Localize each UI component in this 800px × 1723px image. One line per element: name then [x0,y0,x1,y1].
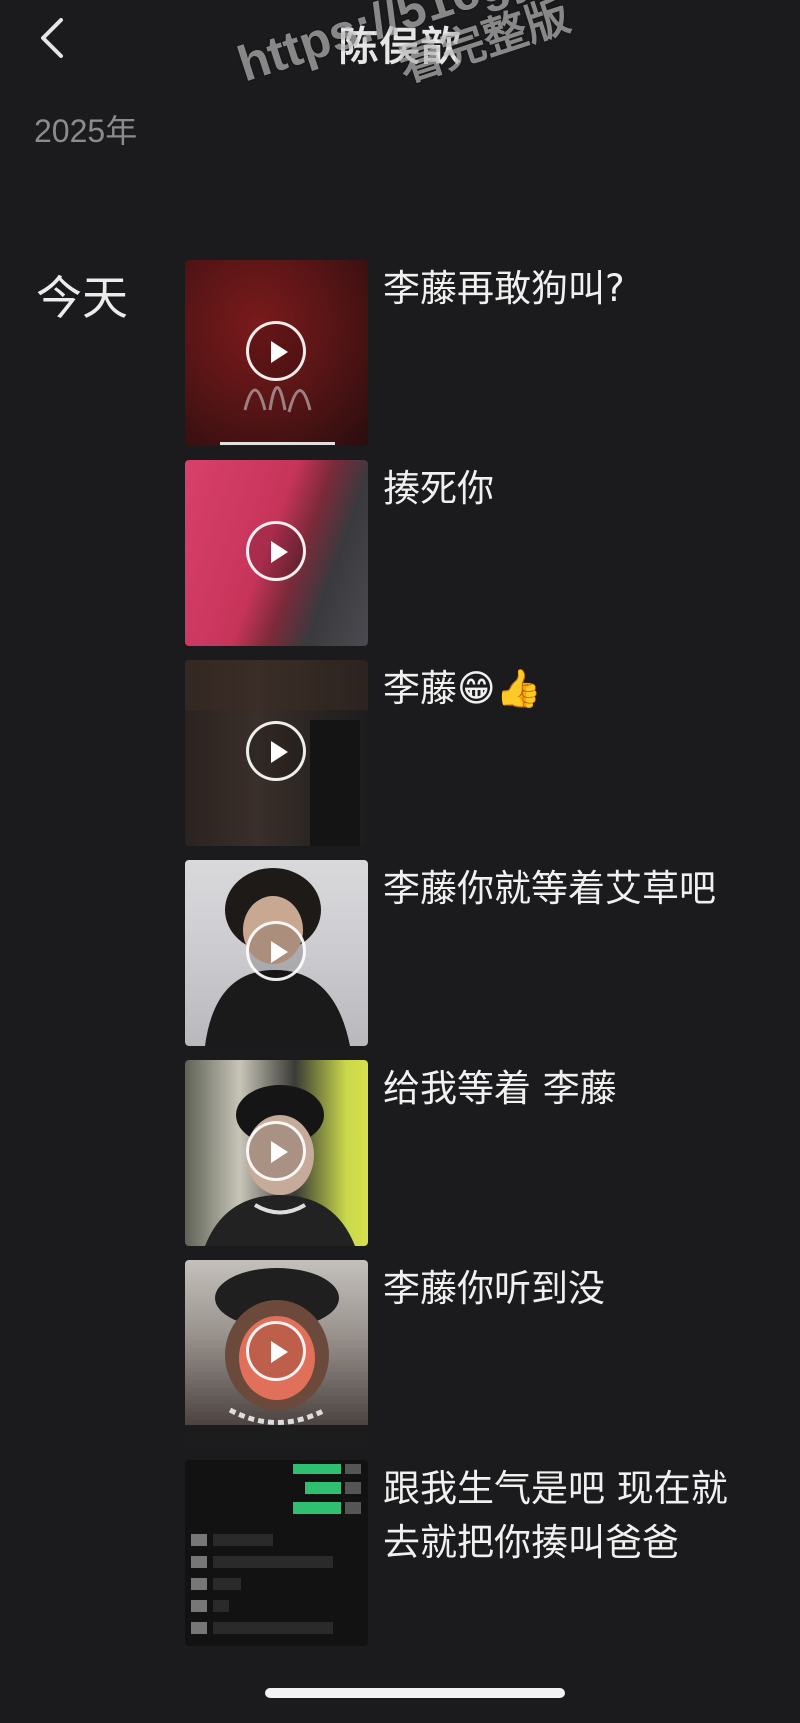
video-thumbnail[interactable] [185,860,368,1046]
video-caption: 跟我生气是吧 现在就去就把你揍叫爸爸 [383,1467,728,1564]
top-bar: 陈俣歆 [0,0,800,80]
date-group-label: 今天 [36,271,128,325]
list-item[interactable]: 李藤再敢狗叫? [185,260,785,460]
home-indicator[interactable] [265,1688,565,1698]
video-caption: 李藤你就等着艾草吧 [383,867,716,910]
video-caption: 李藤😁👍 [383,667,542,710]
video-thumbnail[interactable] [185,1260,368,1446]
year-label: 2025年 [34,113,138,149]
play-icon [246,921,306,981]
play-icon [246,521,306,581]
list-item[interactable]: 李藤😁👍 [185,660,785,860]
video-caption: 给我等着 李藤 [383,1067,617,1110]
page-title: 陈俣歆 [338,24,462,70]
chat-screenshot-art [191,1464,361,1634]
chat-screenshot-thumbnail[interactable] [185,1460,368,1646]
list-item[interactable]: 揍死你 [185,460,785,660]
video-thumbnail[interactable] [185,460,368,646]
list-item[interactable]: 李藤你听到没 [185,1260,785,1460]
video-thumbnail[interactable] [185,260,368,446]
video-caption: 李藤再敢狗叫? [383,267,625,310]
play-icon [246,1121,306,1181]
play-icon [246,1321,306,1381]
play-icon [246,721,306,781]
video-caption: 李藤你听到没 [383,1267,605,1310]
list-item[interactable]: 跟我生气是吧 现在就去就把你揍叫爸爸 [185,1460,785,1660]
video-thumbnail[interactable] [185,660,368,846]
video-list: 李藤再敢狗叫? 揍死你 李藤😁👍 李藤你就等着艾草吧 给我等着 李藤 李藤你听到… [185,260,785,1660]
list-item[interactable]: 给我等着 李藤 [185,1060,785,1260]
play-icon [246,321,306,381]
video-caption: 揍死你 [383,467,494,510]
video-thumbnail[interactable] [185,1060,368,1246]
list-item[interactable]: 李藤你就等着艾草吧 [185,860,785,1060]
